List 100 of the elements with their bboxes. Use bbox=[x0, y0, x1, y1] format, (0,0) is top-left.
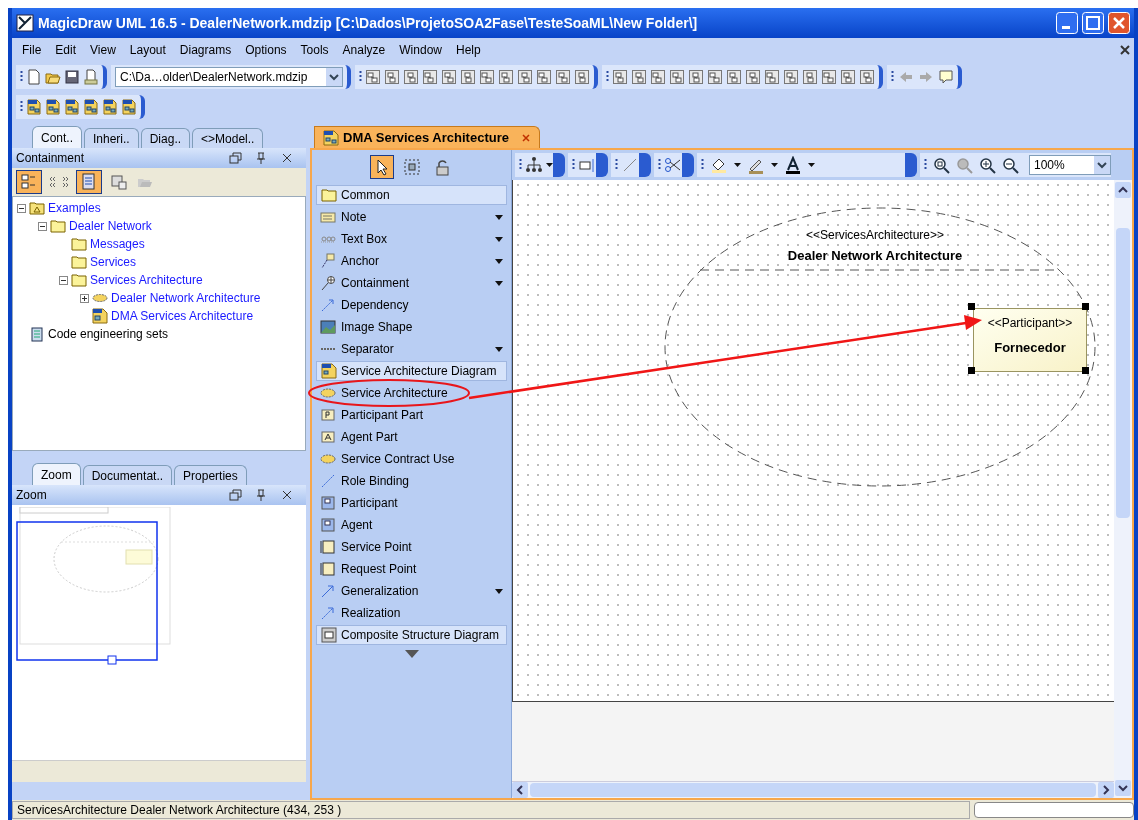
menu-item[interactable]: Window bbox=[393, 39, 448, 61]
scroll-down-icon[interactable] bbox=[404, 650, 419, 658]
palette-group[interactable]: Common bbox=[316, 185, 507, 205]
minimize-icon[interactable] bbox=[1056, 12, 1078, 34]
palette-item[interactable]: Note bbox=[316, 206, 507, 228]
dropdown-icon[interactable] bbox=[771, 162, 778, 168]
diagram-icon[interactable] bbox=[64, 99, 80, 115]
collapse-icon[interactable] bbox=[59, 275, 68, 285]
palette-item[interactable]: Image Shape bbox=[316, 316, 507, 338]
tree-item[interactable]: Services bbox=[90, 253, 136, 271]
palette-item[interactable]: Role Binding bbox=[316, 470, 507, 492]
palette-tool[interactable] bbox=[369, 155, 394, 179]
palette-item[interactable]: Text Box bbox=[316, 228, 507, 250]
diagram-icon[interactable] bbox=[517, 69, 533, 85]
diagram-icon[interactable] bbox=[840, 69, 856, 85]
dropdown-icon[interactable] bbox=[495, 587, 503, 595]
diagram-icon[interactable] bbox=[669, 69, 685, 85]
fill-icon[interactable] bbox=[710, 156, 728, 174]
diagram-canvas[interactable]: <<ServicesArchitecture>> Dealer Network Architecture <<Participant>> Fornecedor bbox=[512, 180, 1114, 702]
tree-item[interactable]: Examples bbox=[48, 199, 101, 217]
panel-tab[interactable]: Documentat.. bbox=[82, 465, 173, 485]
menu-item[interactable]: Edit bbox=[49, 39, 83, 61]
palette-item[interactable]: Agent bbox=[316, 514, 507, 536]
diagram-icon[interactable] bbox=[631, 69, 647, 85]
diagram-icon[interactable] bbox=[479, 69, 495, 85]
diagram-icon[interactable] bbox=[121, 99, 137, 115]
diagram-icon[interactable] bbox=[688, 69, 704, 85]
menu-item[interactable]: Layout bbox=[123, 39, 172, 61]
diagram-icon[interactable] bbox=[707, 69, 723, 85]
scroll-down-icon[interactable] bbox=[1115, 780, 1131, 796]
project-combo[interactable]: C:\Da…older\DealerNetwork.mdzip bbox=[115, 67, 343, 87]
diagram-icon[interactable] bbox=[536, 69, 552, 85]
menu-item[interactable]: View bbox=[84, 39, 122, 61]
line-icon[interactable] bbox=[621, 156, 639, 174]
diagram-icon[interactable] bbox=[460, 69, 476, 85]
palette-group[interactable]: Service Architecture Diagram bbox=[316, 361, 507, 381]
tree-item[interactable]: Dealer Network Architecture bbox=[111, 289, 261, 307]
diagram-icon[interactable] bbox=[384, 69, 400, 85]
panel-tab[interactable]: Properties bbox=[174, 465, 247, 485]
diagram-icon[interactable] bbox=[403, 69, 419, 85]
menu-item[interactable]: Options bbox=[239, 39, 293, 61]
scroll-right-icon[interactable] bbox=[1098, 782, 1114, 798]
menu-item[interactable]: Tools bbox=[294, 39, 335, 61]
scissors-icon[interactable] bbox=[664, 156, 682, 174]
participant-box[interactable]: <<Participant>> Fornecedor bbox=[973, 308, 1087, 372]
selection-handle[interactable] bbox=[968, 367, 975, 374]
palette-item[interactable]: Service Contract Use bbox=[316, 448, 507, 470]
panel-tab[interactable]: <>Model.. bbox=[192, 128, 264, 148]
palette-item[interactable]: Participant Part bbox=[316, 404, 507, 426]
restore-icon[interactable] bbox=[228, 488, 242, 502]
collapse-icon[interactable] bbox=[17, 203, 26, 213]
scroll-up-icon[interactable] bbox=[1115, 182, 1131, 198]
dropdown-icon[interactable] bbox=[546, 162, 553, 168]
tree-item[interactable]: Dealer Network bbox=[69, 217, 152, 235]
palette-item[interactable]: Containment bbox=[316, 272, 507, 294]
restore-icon[interactable] bbox=[228, 151, 242, 165]
dropdown-icon[interactable] bbox=[495, 345, 503, 353]
close-icon[interactable] bbox=[280, 488, 294, 502]
close-icon[interactable] bbox=[280, 151, 294, 165]
scroll-left-icon[interactable] bbox=[512, 782, 528, 798]
resize-icon[interactable] bbox=[578, 156, 596, 174]
palette-item[interactable]: Dependency bbox=[316, 294, 507, 316]
pin-icon[interactable] bbox=[254, 488, 268, 502]
diagram-icon[interactable] bbox=[802, 69, 818, 85]
diagram-icon[interactable] bbox=[365, 69, 381, 85]
print-icon[interactable] bbox=[83, 69, 99, 85]
dropdown-icon[interactable] bbox=[734, 162, 741, 168]
diagram-icon[interactable] bbox=[859, 69, 875, 85]
selection-handle[interactable] bbox=[1082, 303, 1089, 310]
hierarchy-icon[interactable] bbox=[525, 156, 543, 174]
maximize-icon[interactable] bbox=[1082, 12, 1104, 34]
diagram-icon[interactable] bbox=[745, 69, 761, 85]
diagram-icon[interactable] bbox=[650, 69, 666, 85]
panel-tab[interactable]: Inheri.. bbox=[84, 128, 139, 148]
diagram-icon[interactable] bbox=[102, 99, 118, 115]
tree-item[interactable]: Code engineering sets bbox=[48, 325, 169, 343]
panel-tab[interactable]: Cont.. bbox=[32, 126, 82, 148]
palette-item[interactable]: Service Point bbox=[316, 536, 507, 558]
zoom-combo[interactable]: 100% bbox=[1029, 155, 1111, 175]
expand-icon[interactable] bbox=[80, 293, 89, 303]
font-color-icon[interactable] bbox=[784, 156, 802, 174]
palette-item[interactable]: Anchor bbox=[316, 250, 507, 272]
palette-item[interactable]: Request Point bbox=[316, 558, 507, 580]
pin-icon[interactable] bbox=[254, 151, 268, 165]
palette-item[interactable]: Realization bbox=[316, 602, 507, 624]
palette-item[interactable]: Separator bbox=[316, 338, 507, 360]
dropdown-icon[interactable] bbox=[495, 257, 503, 265]
menu-item[interactable]: Analyze bbox=[336, 39, 392, 61]
diagram-icon[interactable] bbox=[422, 69, 438, 85]
diagram-icon[interactable] bbox=[83, 99, 99, 115]
dropdown-icon[interactable] bbox=[1094, 156, 1110, 174]
diagram-icon[interactable] bbox=[764, 69, 780, 85]
tree-item[interactable]: Messages bbox=[90, 235, 145, 253]
diagram-icon[interactable] bbox=[574, 69, 590, 85]
menu-item[interactable]: File bbox=[16, 39, 48, 61]
menu-item[interactable]: Help bbox=[450, 39, 487, 61]
diagram-icon[interactable] bbox=[612, 69, 628, 85]
save-icon[interactable] bbox=[64, 69, 80, 85]
vertical-scrollbar[interactable] bbox=[1114, 180, 1132, 798]
diagram-icon[interactable] bbox=[726, 69, 742, 85]
